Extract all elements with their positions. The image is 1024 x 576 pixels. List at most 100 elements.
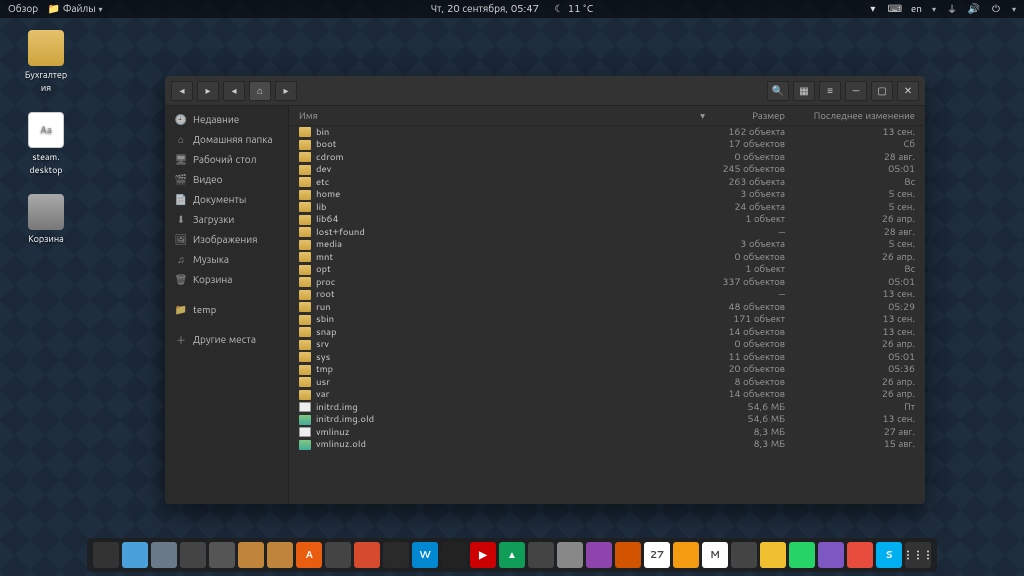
column-modified[interactable]: Последнее изменение — [795, 110, 915, 123]
dock-item[interactable] — [354, 542, 380, 568]
dock-item[interactable]: S — [876, 542, 902, 568]
file-row[interactable]: home3 объекта5 сен. — [289, 189, 925, 202]
path-forward-button[interactable]: ▸ — [275, 81, 297, 101]
sidebar-item[interactable]: ♫Музыка — [165, 250, 288, 270]
video-icon: 🎬 — [175, 174, 187, 186]
dock-item[interactable] — [122, 542, 148, 568]
clock[interactable]: Чт, 20 сентября, 05:47 — [431, 2, 539, 16]
dock-item[interactable] — [151, 542, 177, 568]
file-row[interactable]: etc263 объектаВс — [289, 176, 925, 189]
dock-item[interactable] — [673, 542, 699, 568]
file-row[interactable]: lost+found—28 авг. — [289, 226, 925, 239]
file-row[interactable]: media3 объекта5 сен. — [289, 239, 925, 252]
dock-item[interactable]: M — [702, 542, 728, 568]
language-indicator[interactable]: en — [911, 2, 922, 16]
dock-item[interactable] — [93, 542, 119, 568]
file-row[interactable]: mnt0 объектов26 апр. — [289, 251, 925, 264]
file-row[interactable]: lib24 объекта5 сен. — [289, 201, 925, 214]
dock-item[interactable] — [818, 542, 844, 568]
dock-item[interactable] — [325, 542, 351, 568]
file-row[interactable]: srv0 объектов26 апр. — [289, 339, 925, 352]
sidebar-item[interactable]: ＋Другие места — [165, 330, 288, 350]
file-row[interactable]: cdrom0 объектов28 авг. — [289, 151, 925, 164]
file-row[interactable]: vmlinuz8,3 МБ27 авг. — [289, 426, 925, 439]
dock-item[interactable] — [180, 542, 206, 568]
folder-icon — [299, 227, 311, 237]
minimize-button[interactable]: — — [845, 81, 867, 101]
file-name: vmlinuz — [316, 426, 705, 439]
dock-item[interactable]: 27 — [644, 542, 670, 568]
sidebar-item[interactable]: ⬇Загрузки — [165, 210, 288, 230]
dock-item[interactable] — [847, 542, 873, 568]
file-row[interactable]: lib641 объект26 апр. — [289, 214, 925, 227]
file-icon: Aa — [28, 112, 64, 148]
file-row[interactable]: bin162 объекта13 сен. — [289, 126, 925, 139]
sidebar-item[interactable]: 🖥Рабочий стол — [165, 150, 288, 170]
file-modified: 13 сен. — [795, 288, 915, 301]
dock-item[interactable] — [760, 542, 786, 568]
path-root-button[interactable]: ⌂ — [249, 81, 271, 101]
sidebar-item[interactable]: 🕘Недавние — [165, 110, 288, 130]
sidebar-item[interactable]: ⌂Домашняя папка — [165, 130, 288, 150]
path-back-button[interactable]: ◂ — [223, 81, 245, 101]
app-menu[interactable]: 📁 Файлы ▾ — [48, 2, 102, 16]
dock-item[interactable] — [267, 542, 293, 568]
keyboard-icon[interactable]: ⌨ — [889, 3, 901, 15]
file-row[interactable]: initrd.img.old54,6 МБ13 сен. — [289, 414, 925, 427]
file-row[interactable]: opt1 объектВс — [289, 264, 925, 277]
sidebar-item[interactable]: 🎬Видео — [165, 170, 288, 190]
file-size: 263 объекта — [705, 176, 795, 189]
desktop-icon[interactable]: Бухгалтер ия — [14, 30, 78, 94]
list-view-button[interactable]: ≡ — [819, 81, 841, 101]
file-size: 8 объектов — [705, 376, 795, 389]
dock-item[interactable]: ▶ — [470, 542, 496, 568]
dock-item[interactable] — [209, 542, 235, 568]
file-row[interactable]: initrd.img54,6 МБПт — [289, 401, 925, 414]
dock-item[interactable] — [238, 542, 264, 568]
file-row[interactable]: root—13 сен. — [289, 289, 925, 302]
volume-icon[interactable]: 🔊 — [968, 3, 980, 15]
file-row[interactable]: proc337 объектов05:01 — [289, 276, 925, 289]
dock-item[interactable] — [586, 542, 612, 568]
dock-item[interactable] — [383, 542, 409, 568]
dock-item[interactable]: A — [296, 542, 322, 568]
dock-item[interactable] — [789, 542, 815, 568]
sidebar-item[interactable]: 📄Документы — [165, 190, 288, 210]
close-button[interactable]: ✕ — [897, 81, 919, 101]
grid-view-button[interactable]: ▦ — [793, 81, 815, 101]
forward-button[interactable]: ▸ — [197, 81, 219, 101]
activities-button[interactable]: Обзор — [8, 2, 38, 16]
file-row[interactable]: dev245 объектов05:01 — [289, 164, 925, 177]
column-size[interactable]: Размер — [705, 110, 795, 123]
file-row[interactable]: usr8 объектов26 апр. — [289, 376, 925, 389]
sidebar-item[interactable]: 📁temp — [165, 300, 288, 320]
file-row[interactable]: vmlinuz.old8,3 МБ15 авг. — [289, 439, 925, 452]
back-button[interactable]: ◂ — [171, 81, 193, 101]
sidebar-item[interactable]: 🗑Корзина — [165, 270, 288, 290]
dock-item[interactable] — [731, 542, 757, 568]
tray-icon[interactable]: ▾ — [867, 3, 879, 15]
dock-item[interactable] — [615, 542, 641, 568]
file-row[interactable]: run48 объектов05:29 — [289, 301, 925, 314]
power-icon[interactable]: ⏻ — [990, 3, 1002, 15]
file-row[interactable]: tmp20 объектов05:36 — [289, 364, 925, 377]
desktop-icon[interactable]: Корзина — [14, 194, 78, 245]
dock-item[interactable]: W — [412, 542, 438, 568]
file-row[interactable]: sbin171 объект13 сен. — [289, 314, 925, 327]
column-name[interactable]: Имя — [299, 110, 700, 123]
dock-item[interactable]: ▲ — [499, 542, 525, 568]
dock-item[interactable] — [441, 542, 467, 568]
dock-item[interactable] — [557, 542, 583, 568]
sidebar-item[interactable]: 🖼Изображения — [165, 230, 288, 250]
file-row[interactable]: sys11 объектов05:01 — [289, 351, 925, 364]
search-button[interactable]: 🔍 — [767, 81, 789, 101]
maximize-button[interactable]: ▢ — [871, 81, 893, 101]
desktop-icon[interactable]: Aasteam. desktop — [14, 112, 78, 176]
dock-item[interactable] — [528, 542, 554, 568]
dock-item[interactable]: ⋮⋮⋮ — [905, 542, 931, 568]
weather-indicator[interactable]: ☾ 11 °C — [553, 2, 593, 16]
file-row[interactable]: boot17 объектовСб — [289, 139, 925, 152]
file-row[interactable]: var14 объектов26 апр. — [289, 389, 925, 402]
file-row[interactable]: snap14 объектов13 сен. — [289, 326, 925, 339]
wifi-icon[interactable]: ⏚ — [946, 3, 958, 15]
